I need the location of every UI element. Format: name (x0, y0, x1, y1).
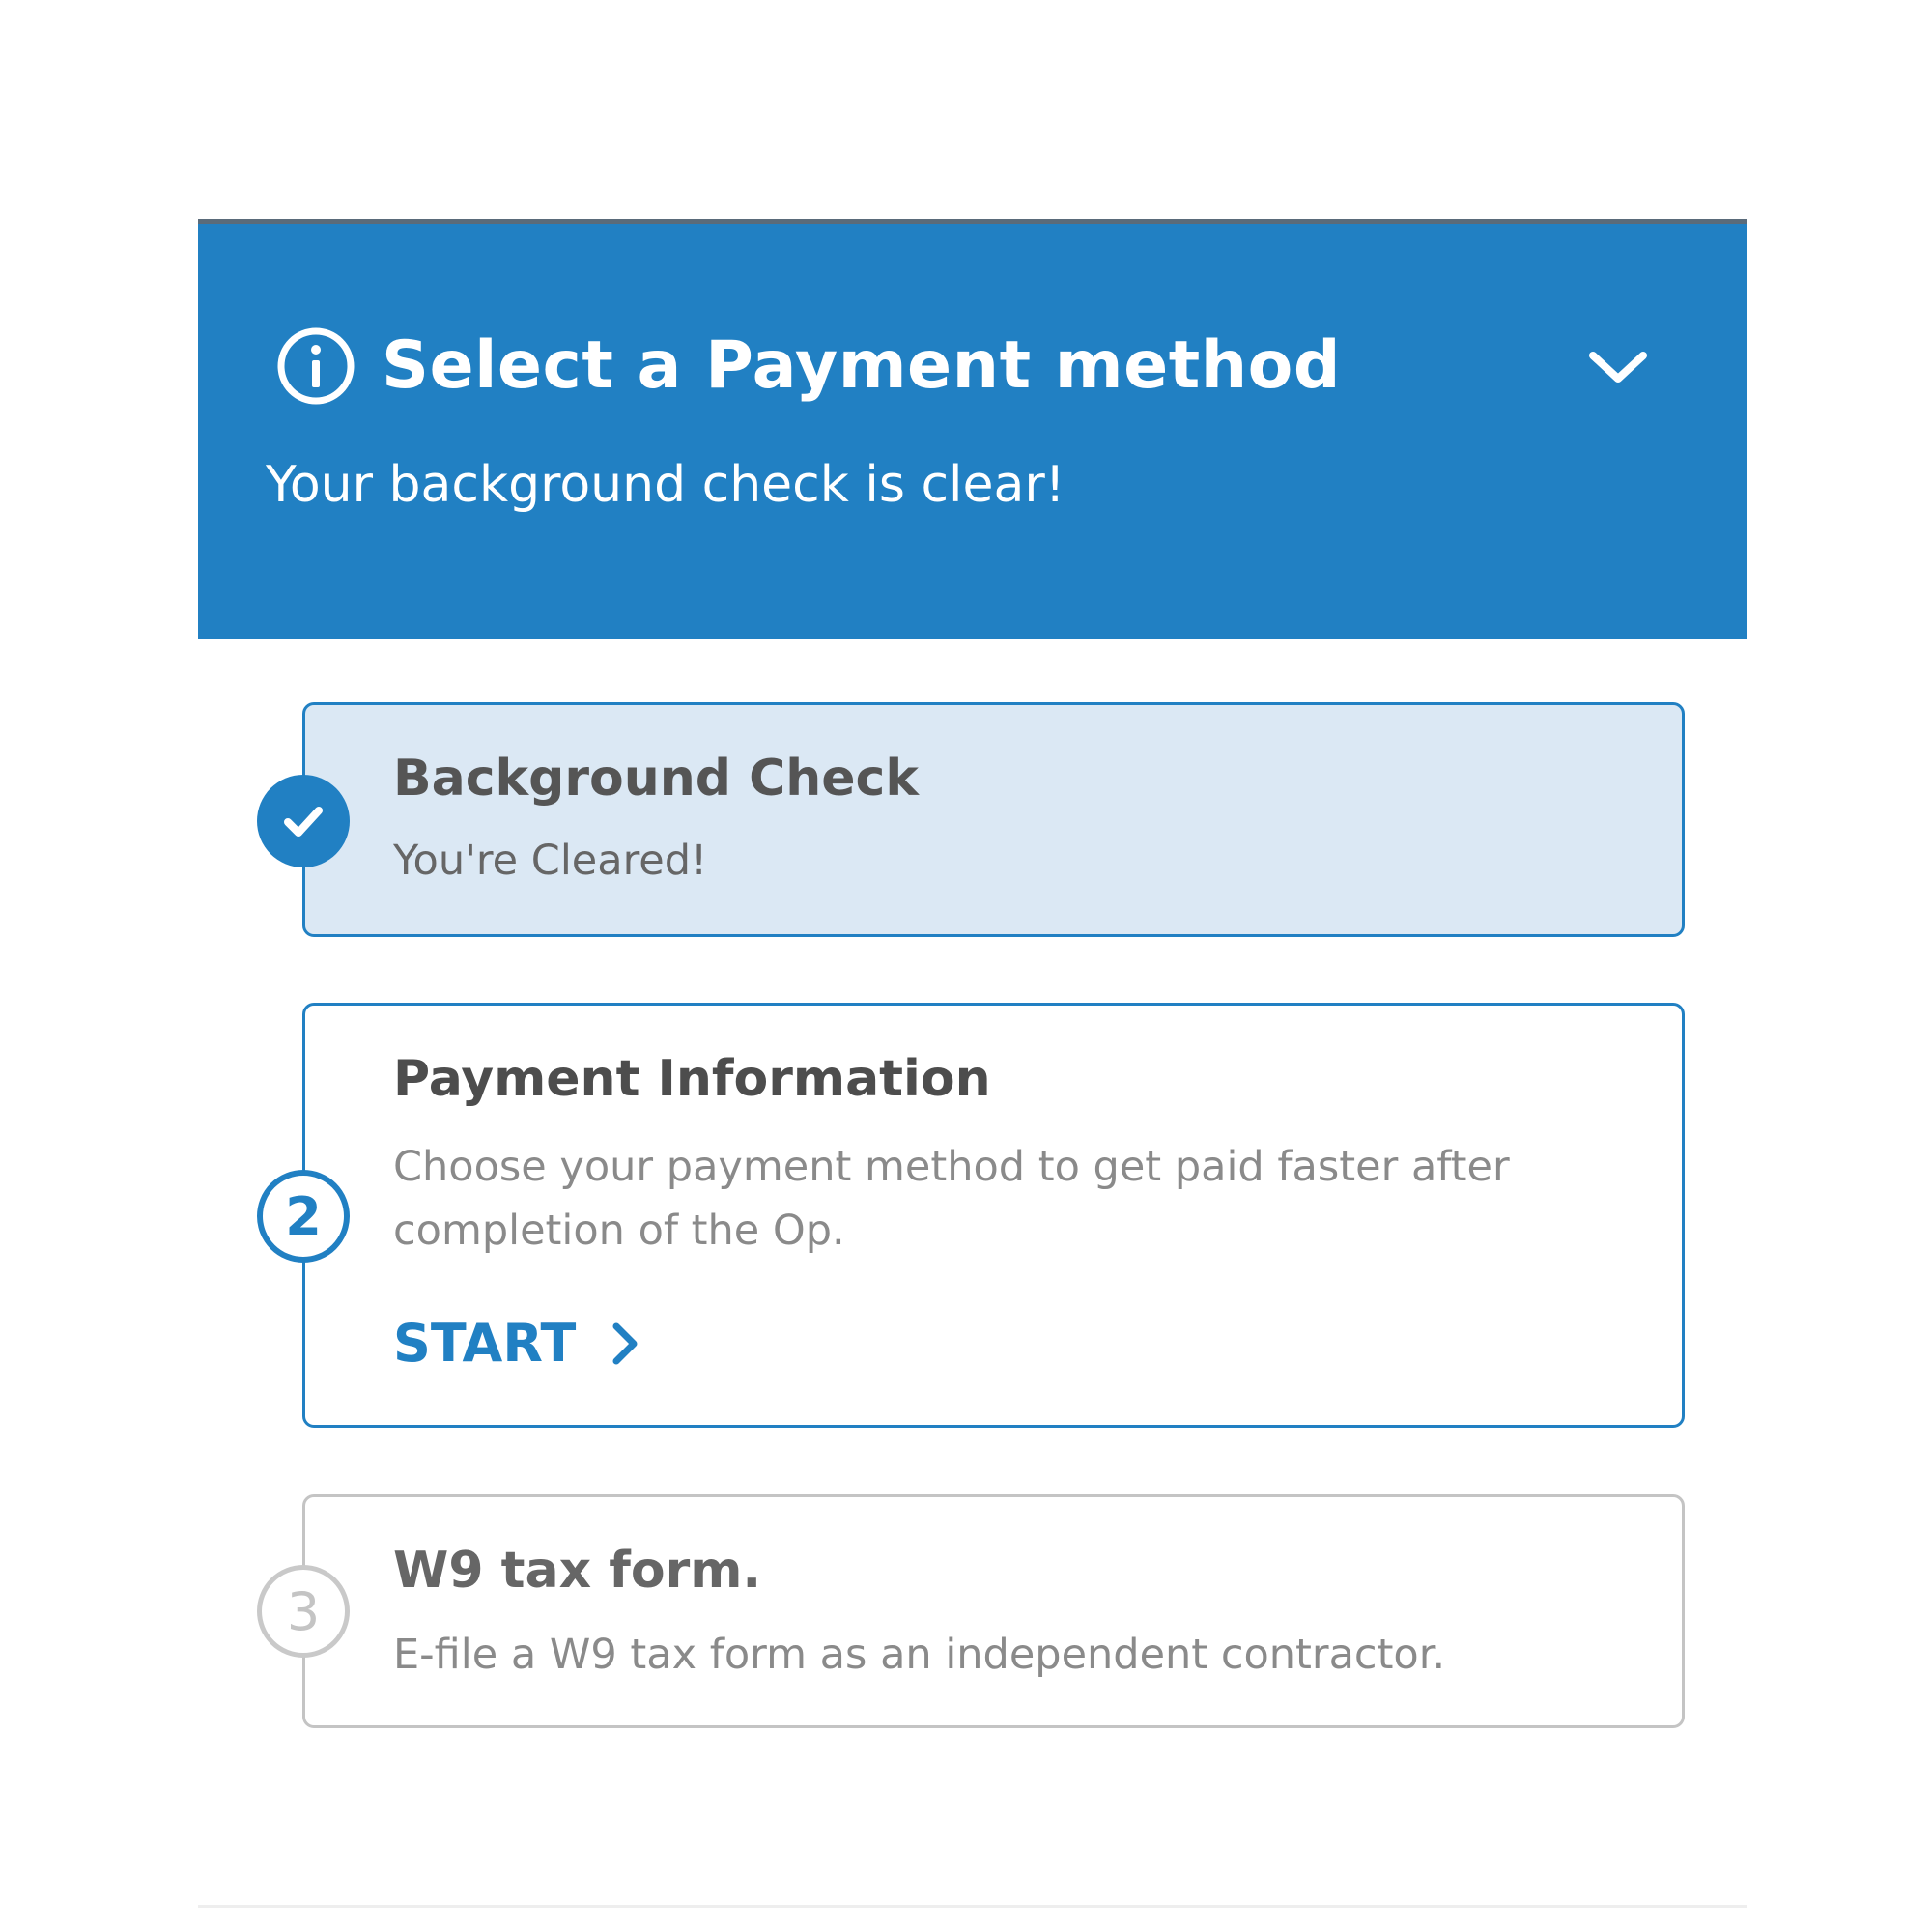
step-description: You're Cleared! (393, 837, 708, 885)
start-button[interactable]: START (393, 1313, 639, 1374)
step-number-marker: 2 (257, 1170, 350, 1263)
payment-method-banner: Select a Payment method Your background … (198, 219, 1747, 639)
info-icon (277, 327, 355, 405)
step-card-w9-tax-form[interactable]: W9 tax form. E-file a W9 tax form as an … (302, 1494, 1685, 1728)
step-completed-marker (257, 775, 350, 867)
checkmark-icon (284, 807, 323, 837)
step-number-marker: 3 (257, 1565, 350, 1658)
onboarding-page: Select a Payment method Your background … (0, 0, 1932, 1932)
chevron-right-icon (612, 1322, 638, 1364)
chevron-down-icon[interactable] (1579, 340, 1657, 394)
banner-subtitle: Your background check is clear! (266, 456, 1065, 514)
step-title: Background Check (393, 750, 919, 808)
step-description: E-file a W9 tax form as an independent c… (393, 1631, 1446, 1679)
divider (198, 1905, 1747, 1908)
step-title: Payment Information (393, 1050, 991, 1108)
step-title: W9 tax form. (393, 1542, 762, 1600)
step-description: Choose your payment method to get paid f… (393, 1143, 1510, 1255)
step-card-background-check[interactable]: Background Check You're Cleared! (302, 702, 1685, 937)
step-card-payment-information: Payment Information Choose your payment … (302, 1003, 1685, 1428)
banner-title: Select a Payment method (382, 327, 1342, 404)
start-button-label: START (393, 1313, 577, 1374)
